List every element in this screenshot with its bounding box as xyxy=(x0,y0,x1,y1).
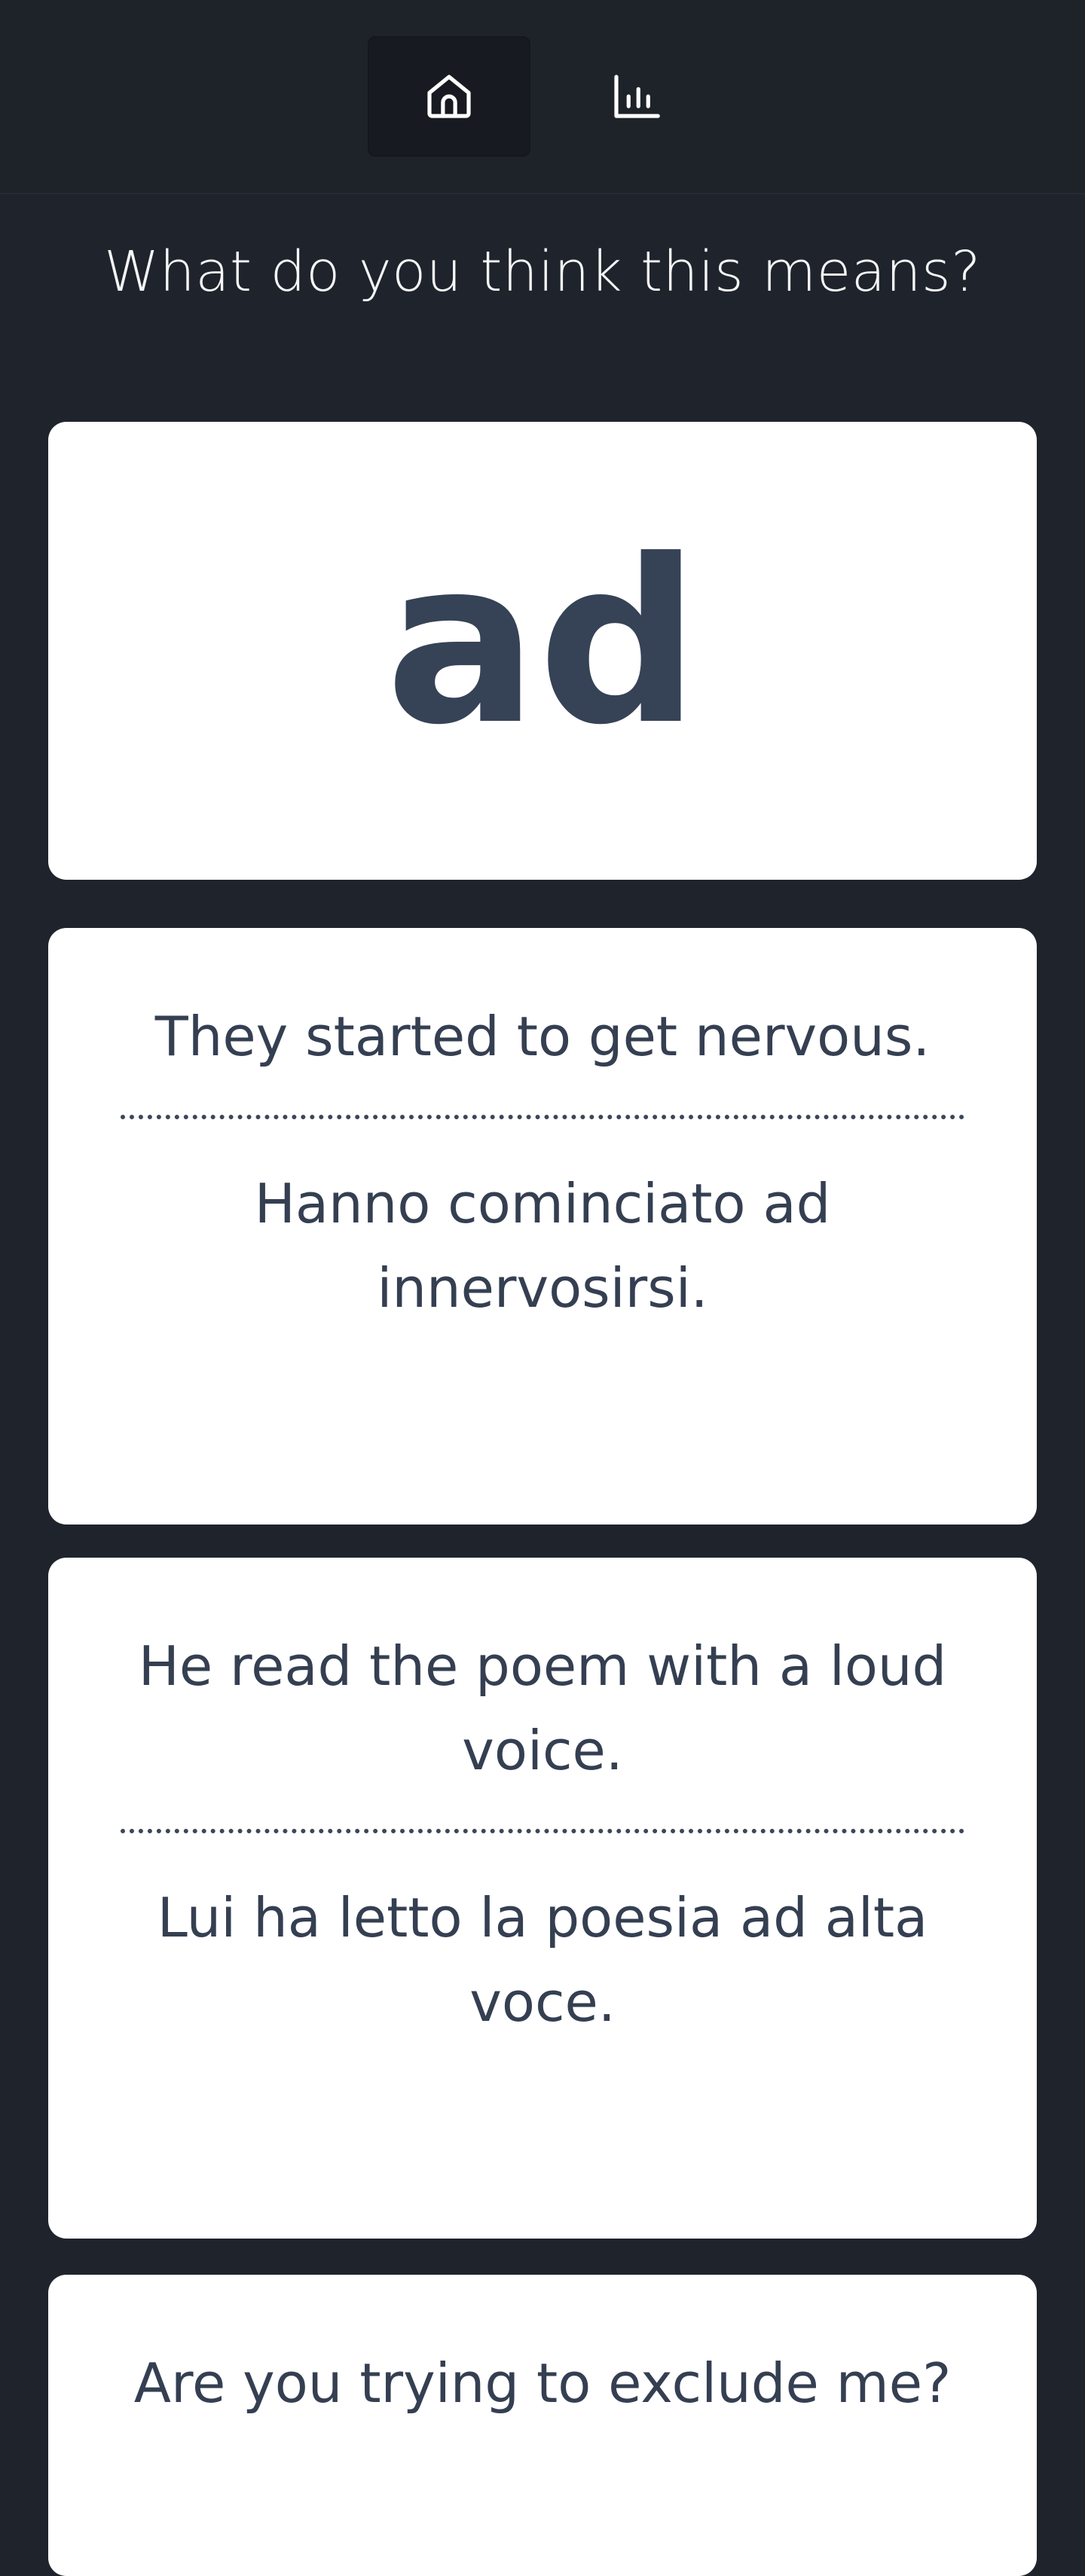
home-button[interactable] xyxy=(368,36,530,157)
prompt-heading: What do you think this means? xyxy=(104,240,981,304)
word-card[interactable]: ad xyxy=(48,422,1037,880)
dotted-divider xyxy=(121,1115,964,1119)
example-italian: Lui ha letto la poesia ad alta voce. xyxy=(157,1886,928,2034)
example-card[interactable]: He read the poem with a loud voice. Lui … xyxy=(48,1558,1037,2239)
target-word: ad xyxy=(385,511,700,774)
top-nav-bar xyxy=(0,0,1085,194)
word-wrap: ad xyxy=(48,422,1037,880)
stats-button[interactable] xyxy=(555,36,717,157)
example-english: They started to get nervous. xyxy=(154,1005,931,1068)
bar-chart-icon xyxy=(614,75,660,118)
home-icon xyxy=(427,75,471,118)
example-italian: Hanno cominciato ad innervosirsi. xyxy=(254,1172,831,1320)
example-english: He read the poem with a loud voice. xyxy=(138,1634,947,1782)
dotted-divider xyxy=(121,1829,964,1833)
example-english: Are you trying to exclude me? xyxy=(133,2352,952,2415)
example-card[interactable]: They started to get nervous. Hanno comin… xyxy=(48,928,1037,1525)
example-card[interactable]: Are you trying to exclude me? xyxy=(48,2275,1037,2576)
